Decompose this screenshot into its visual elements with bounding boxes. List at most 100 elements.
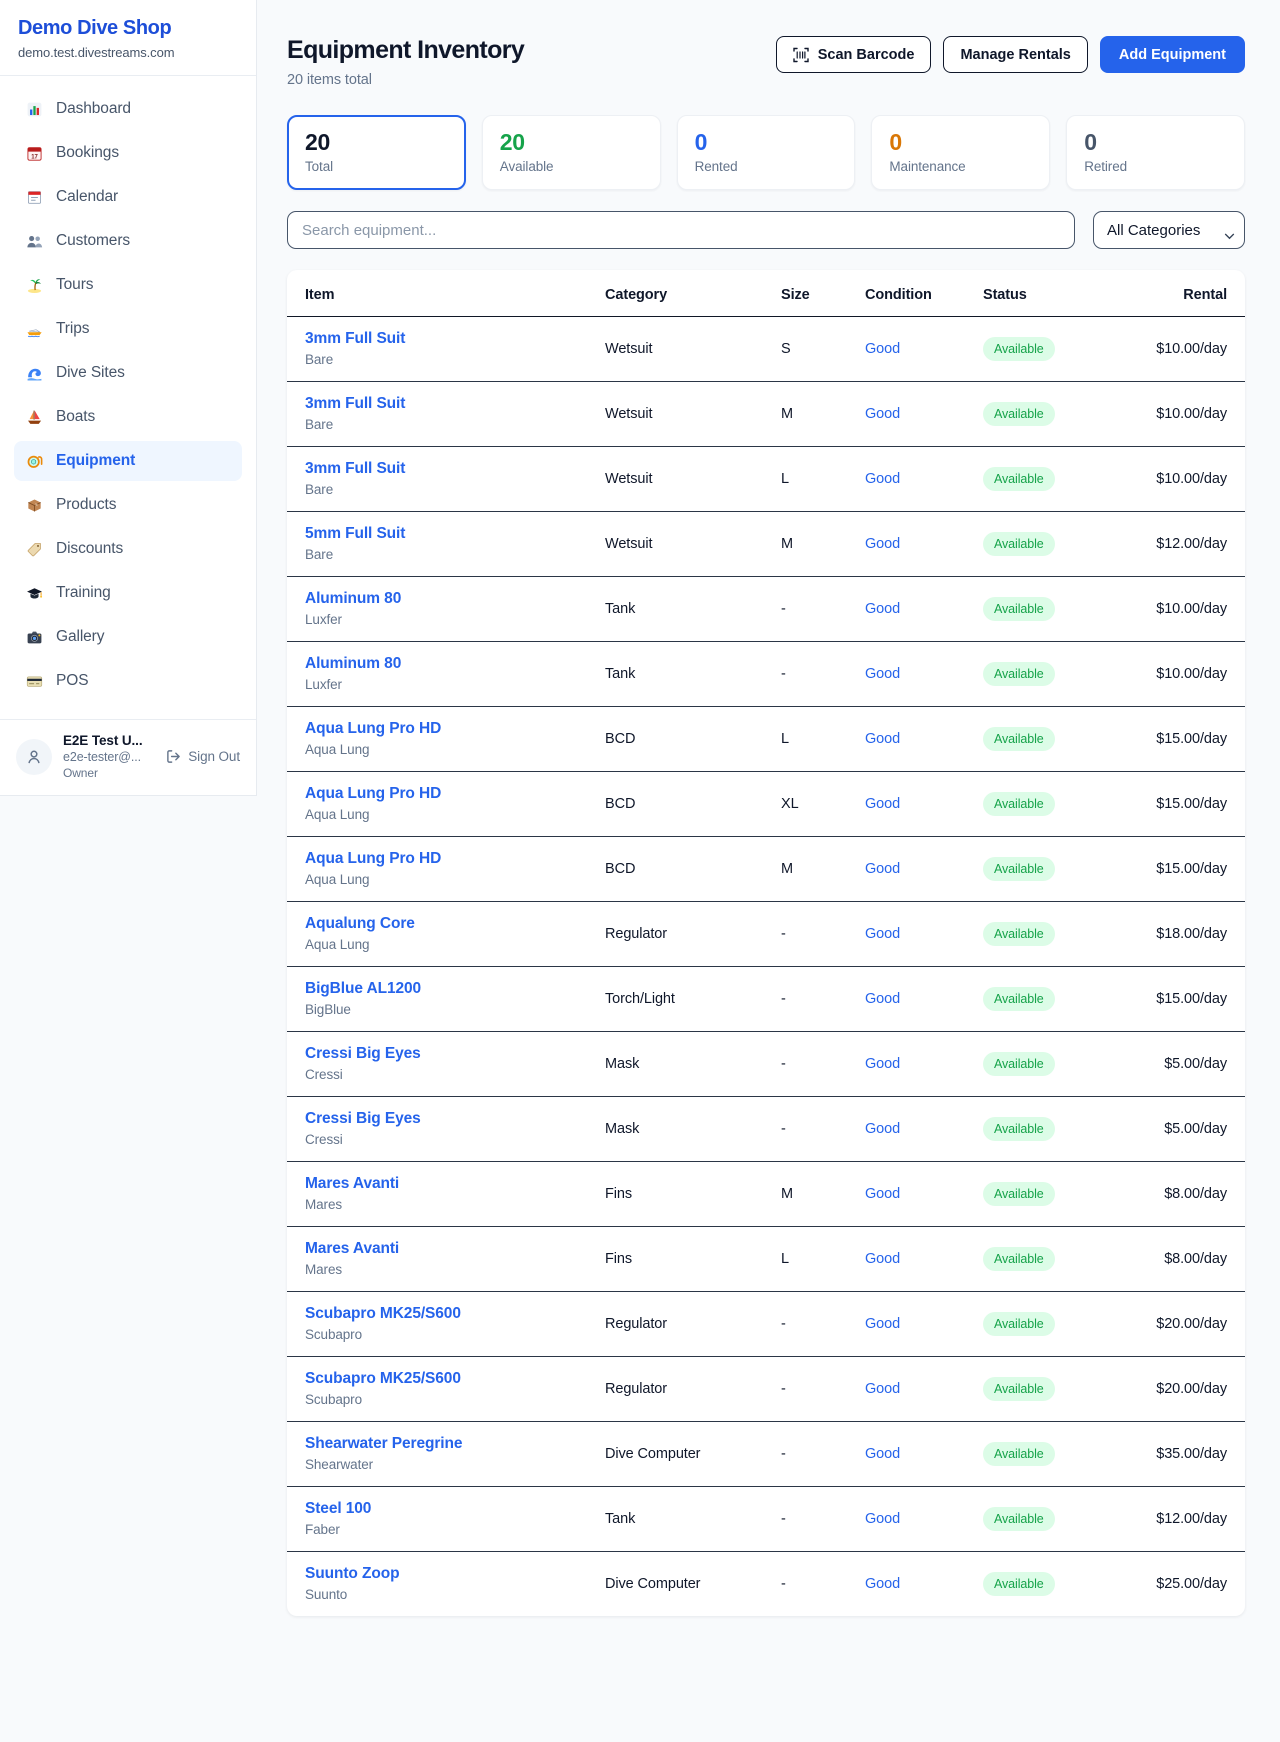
add-equipment-label: Add Equipment <box>1119 47 1226 63</box>
category-cell: Wetsuit <box>587 447 763 512</box>
condition-link[interactable]: Good <box>865 991 900 1007</box>
item-link[interactable]: Suunto Zoop <box>305 1565 579 1583</box>
item-link[interactable]: Aqua Lung Pro HD <box>305 785 579 803</box>
stat-card-maintenance[interactable]: 0 Maintenance <box>871 115 1050 190</box>
condition-link[interactable]: Good <box>865 1381 900 1397</box>
sidebar-item-dive-sites[interactable]: Dive Sites <box>14 353 242 393</box>
condition-link[interactable]: Good <box>865 1251 900 1267</box>
products-icon <box>26 497 43 514</box>
sidebar-item-pos[interactable]: POS <box>14 661 242 701</box>
condition-link[interactable]: Good <box>865 1576 900 1592</box>
condition-link[interactable]: Good <box>865 1511 900 1527</box>
sidebar-item-trips[interactable]: Trips <box>14 309 242 349</box>
status-badge: Available <box>983 1507 1055 1531</box>
sidebar-item-boats[interactable]: Boats <box>14 397 242 437</box>
item-link[interactable]: Mares Avanti <box>305 1175 579 1193</box>
condition-link[interactable]: Good <box>865 536 900 552</box>
rental-cell: $15.00/day <box>1103 837 1245 902</box>
sidebar-item-label: Trips <box>56 320 89 338</box>
status-badge: Available <box>983 1117 1055 1141</box>
status-cell: Available <box>965 642 1103 707</box>
item-link[interactable]: 3mm Full Suit <box>305 330 579 348</box>
item-link[interactable]: Aqua Lung Pro HD <box>305 720 579 738</box>
condition-link[interactable]: Good <box>865 1056 900 1072</box>
pos-icon <box>26 673 43 690</box>
shop-logo-block: Demo Dive Shop demo.test.divestreams.com <box>0 0 256 76</box>
condition-link[interactable]: Good <box>865 406 900 422</box>
item-link[interactable]: Cressi Big Eyes <box>305 1045 579 1063</box>
manage-rentals-button[interactable]: Manage Rentals <box>943 36 1087 73</box>
condition-cell: Good <box>847 1227 965 1292</box>
condition-link[interactable]: Good <box>865 1316 900 1332</box>
item-link[interactable]: Aqualung Core <box>305 915 579 933</box>
size-cell: M <box>763 1162 847 1227</box>
item-link[interactable]: Scubapro MK25/S600 <box>305 1370 579 1388</box>
status-badge: Available <box>983 1052 1055 1076</box>
condition-link[interactable]: Good <box>865 666 900 682</box>
sidebar-item-discounts[interactable]: Discounts <box>14 529 242 569</box>
condition-link[interactable]: Good <box>865 1121 900 1137</box>
sidebar-item-calendar[interactable]: Calendar <box>14 177 242 217</box>
item-link[interactable]: Aluminum 80 <box>305 590 579 608</box>
sidebar-item-gallery[interactable]: Gallery <box>14 617 242 657</box>
item-link[interactable]: Mares Avanti <box>305 1240 579 1258</box>
condition-link[interactable]: Good <box>865 1186 900 1202</box>
item-link[interactable]: Aqua Lung Pro HD <box>305 850 579 868</box>
condition-cell: Good <box>847 1162 965 1227</box>
condition-cell: Good <box>847 447 965 512</box>
item-link[interactable]: 3mm Full Suit <box>305 395 579 413</box>
item-brand: Luxfer <box>305 677 579 692</box>
item-link[interactable]: Shearwater Peregrine <box>305 1435 579 1453</box>
stat-card-available[interactable]: 20 Available <box>482 115 661 190</box>
item-cell: Aqualung Core Aqua Lung <box>287 902 587 967</box>
search-input[interactable] <box>287 211 1075 249</box>
rental-cell: $12.00/day <box>1103 1487 1245 1552</box>
stat-card-rented[interactable]: 0 Rented <box>677 115 856 190</box>
add-equipment-button[interactable]: Add Equipment <box>1100 36 1245 73</box>
item-brand: Aqua Lung <box>305 937 579 952</box>
item-link[interactable]: Steel 100 <box>305 1500 579 1518</box>
user-email: e2e-tester@... <box>63 750 154 764</box>
item-cell: Aqua Lung Pro HD Aqua Lung <box>287 707 587 772</box>
sidebar-item-tours[interactable]: Tours <box>14 265 242 305</box>
category-filter-select[interactable]: All Categories <box>1093 211 1245 249</box>
item-link[interactable]: Cressi Big Eyes <box>305 1110 579 1128</box>
item-link[interactable]: Aluminum 80 <box>305 655 579 673</box>
stat-card-retired[interactable]: 0 Retired <box>1066 115 1245 190</box>
condition-link[interactable]: Good <box>865 341 900 357</box>
scan-barcode-button[interactable]: Scan Barcode <box>776 36 932 73</box>
sidebar-item-dashboard[interactable]: Dashboard <box>14 89 242 129</box>
sign-out-button[interactable]: Sign Out <box>165 748 240 765</box>
condition-link[interactable]: Good <box>865 731 900 747</box>
sidebar-item-equipment[interactable]: Equipment <box>14 441 242 481</box>
condition-link[interactable]: Good <box>865 601 900 617</box>
size-cell: - <box>763 1422 847 1487</box>
stat-label-maintenance: Maintenance <box>889 159 1032 174</box>
manage-rentals-label: Manage Rentals <box>960 47 1070 63</box>
item-link[interactable]: Scubapro MK25/S600 <box>305 1305 579 1323</box>
user-role: Owner <box>63 766 154 780</box>
item-link[interactable]: BigBlue AL1200 <box>305 980 579 998</box>
condition-link[interactable]: Good <box>865 471 900 487</box>
sidebar-item-bookings[interactable]: 17 Bookings <box>14 133 242 173</box>
item-link[interactable]: 5mm Full Suit <box>305 525 579 543</box>
condition-link[interactable]: Good <box>865 861 900 877</box>
condition-link[interactable]: Good <box>865 796 900 812</box>
item-cell: Shearwater Peregrine Shearwater <box>287 1422 587 1487</box>
size-cell: - <box>763 1487 847 1552</box>
trips-icon <box>26 321 43 338</box>
condition-cell: Good <box>847 1552 965 1617</box>
stat-card-total[interactable]: 20 Total <box>287 115 466 190</box>
stat-value-retired: 0 <box>1084 129 1227 156</box>
sidebar-item-label: Calendar <box>56 188 118 206</box>
table-row: Shearwater Peregrine Shearwater Dive Com… <box>287 1422 1245 1487</box>
item-link[interactable]: 3mm Full Suit <box>305 460 579 478</box>
sidebar-item-customers[interactable]: Customers <box>14 221 242 261</box>
sidebar-item-training[interactable]: Training <box>14 573 242 613</box>
rental-cell: $10.00/day <box>1103 447 1245 512</box>
category-cell: Fins <box>587 1227 763 1292</box>
sidebar-item-products[interactable]: Products <box>14 485 242 525</box>
status-badge: Available <box>983 1182 1055 1206</box>
condition-link[interactable]: Good <box>865 926 900 942</box>
condition-link[interactable]: Good <box>865 1446 900 1462</box>
